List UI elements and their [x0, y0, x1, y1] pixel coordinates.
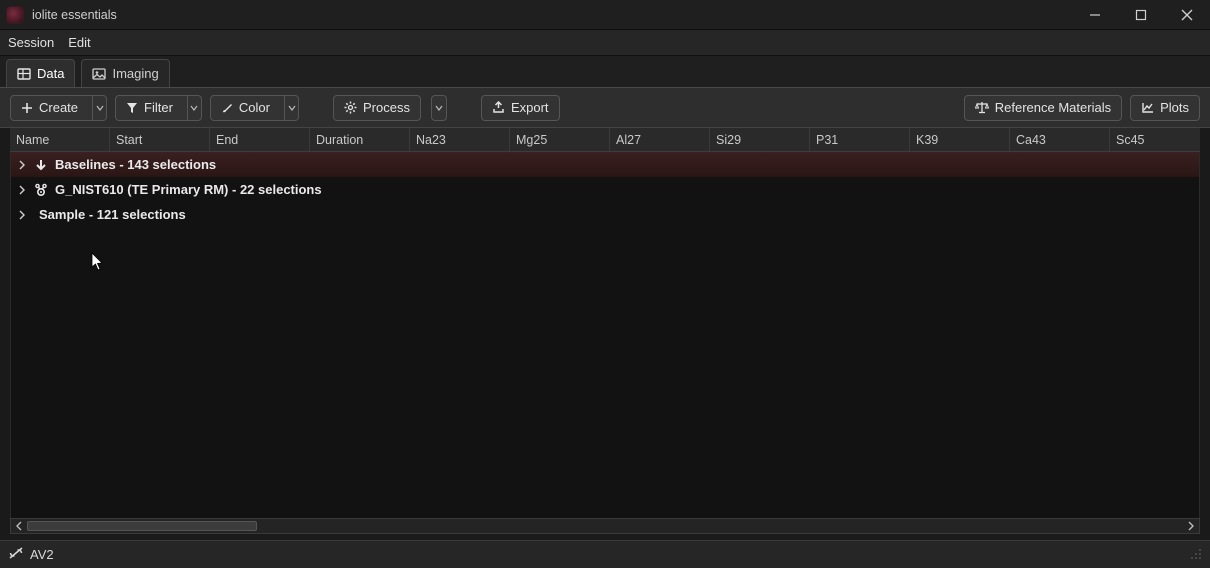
create-dropdown[interactable]	[92, 96, 106, 120]
column-header[interactable]: K39	[910, 128, 1010, 151]
group-nist610[interactable]: G_NIST610 (TE Primary RM) - 22 selection…	[11, 177, 1199, 202]
chevron-right-icon[interactable]	[17, 160, 27, 170]
close-button[interactable]	[1164, 0, 1210, 30]
filter-dropdown[interactable]	[187, 96, 201, 120]
column-header[interactable]: Ca43	[1010, 128, 1110, 151]
group-baselines-label: Baselines - 143 selections	[55, 157, 216, 172]
funnel-icon	[126, 102, 138, 114]
tab-strip: Data Imaging	[0, 56, 1210, 88]
scroll-left-button[interactable]	[11, 519, 27, 533]
table-icon	[17, 67, 31, 81]
filter-button[interactable]: Filter	[115, 95, 202, 121]
export-label: Export	[511, 100, 549, 115]
column-header[interactable]: Name	[10, 128, 110, 151]
maximize-button[interactable]	[1118, 0, 1164, 30]
tab-imaging-label: Imaging	[112, 66, 158, 81]
column-header[interactable]: Sc45	[1110, 128, 1186, 151]
filter-label: Filter	[144, 100, 173, 115]
menu-edit[interactable]: Edit	[68, 35, 90, 50]
minimize-button[interactable]	[1072, 0, 1118, 30]
column-header[interactable]: Mg25	[510, 128, 610, 151]
column-header[interactable]: Start	[110, 128, 210, 151]
tab-imaging[interactable]: Imaging	[81, 59, 169, 87]
menu-session[interactable]: Session	[8, 35, 54, 50]
color-dropdown[interactable]	[284, 96, 298, 120]
process-button[interactable]: Process	[333, 95, 421, 121]
tree-area[interactable]: Baselines - 143 selections G_NIST610 (TE…	[10, 152, 1200, 518]
column-header[interactable]: P31	[810, 128, 910, 151]
down-arrow-icon	[33, 157, 49, 173]
window-title: iolite essentials	[32, 8, 117, 22]
reference-materials-button[interactable]: Reference Materials	[964, 95, 1122, 121]
status-left-label: AV2	[30, 547, 54, 562]
horizontal-scrollbar[interactable]	[10, 518, 1200, 534]
menu-bar: Session Edit	[0, 30, 1210, 56]
reference-materials-label: Reference Materials	[995, 100, 1111, 115]
gear-icon	[344, 101, 357, 114]
scroll-track[interactable]	[27, 519, 1183, 533]
group-sample-label: Sample - 121 selections	[39, 207, 186, 222]
scale-icon	[975, 101, 989, 114]
brush-icon	[221, 102, 233, 114]
resize-grip-icon[interactable]	[1188, 546, 1202, 563]
create-button[interactable]: Create	[10, 95, 107, 121]
create-label: Create	[39, 100, 78, 115]
group-nist610-label: G_NIST610 (TE Primary RM) - 22 selection…	[55, 182, 322, 197]
plus-icon	[21, 102, 33, 114]
column-header[interactable]: Si29	[710, 128, 810, 151]
cursor-icon	[91, 252, 105, 272]
scroll-thumb[interactable]	[27, 521, 257, 531]
plots-label: Plots	[1160, 100, 1189, 115]
process-dropdown[interactable]	[431, 95, 447, 121]
plots-button[interactable]: Plots	[1130, 95, 1200, 121]
title-bar: iolite essentials	[0, 0, 1210, 30]
process-label: Process	[363, 100, 410, 115]
group-baselines[interactable]: Baselines - 143 selections	[11, 152, 1199, 177]
color-button[interactable]: Color	[210, 95, 299, 121]
link-off-icon	[8, 546, 24, 563]
app-icon	[6, 6, 24, 24]
export-button[interactable]: Export	[481, 95, 560, 121]
column-headers: NameStartEndDurationNa23Mg25Al27Si29P31K…	[10, 128, 1200, 152]
window-controls	[1072, 0, 1210, 30]
process-button-group: Process	[333, 95, 447, 121]
column-header[interactable]: End	[210, 128, 310, 151]
group-sample[interactable]: Sample - 121 selections	[11, 202, 1199, 227]
column-header[interactable]: Duration	[310, 128, 410, 151]
status-bar: AV2	[0, 540, 1210, 568]
tab-data[interactable]: Data	[6, 59, 75, 87]
export-icon	[492, 101, 505, 114]
chevron-right-icon[interactable]	[17, 185, 27, 195]
image-icon	[92, 67, 106, 81]
chart-icon	[1141, 101, 1154, 114]
toolbar: Create Filter Color	[0, 88, 1210, 128]
tab-data-label: Data	[37, 66, 64, 81]
color-label: Color	[239, 100, 270, 115]
target-icon	[33, 182, 49, 198]
column-header[interactable]: Na23	[410, 128, 510, 151]
scroll-right-button[interactable]	[1183, 519, 1199, 533]
column-header[interactable]: Al27	[610, 128, 710, 151]
chevron-right-icon[interactable]	[17, 210, 27, 220]
